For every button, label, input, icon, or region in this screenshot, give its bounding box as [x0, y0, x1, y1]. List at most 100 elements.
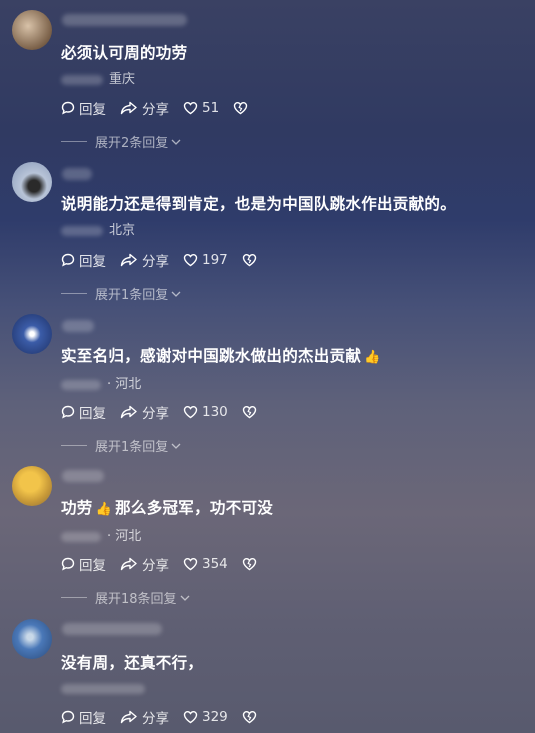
broken-heart-icon — [242, 253, 256, 267]
share-arrow-icon — [120, 101, 137, 115]
share-arrow-icon — [120, 405, 137, 419]
broken-heart-icon — [242, 405, 256, 419]
dislike-button[interactable] — [233, 101, 252, 115]
chevron-down-icon — [171, 443, 181, 449]
like-button[interactable]: 130 — [183, 404, 228, 420]
reply-button[interactable]: 回复 — [61, 554, 106, 574]
heart-icon — [183, 557, 198, 571]
heart-icon — [183, 253, 198, 267]
speech-bubble-icon — [61, 557, 75, 571]
like-button[interactable]: 51 — [183, 100, 219, 116]
action-bar: 回复 分享 197 — [61, 250, 275, 270]
avatar[interactable] — [12, 314, 52, 354]
broken-heart-icon — [242, 710, 256, 724]
like-count: 130 — [202, 404, 228, 420]
divider — [61, 293, 87, 294]
time-blurred — [61, 531, 101, 542]
comment-text: 必须认可周的功劳 — [61, 44, 188, 62]
action-bar: 回复 分享 329 — [61, 707, 275, 727]
share-label: 分享 — [142, 102, 169, 118]
dislike-button[interactable] — [242, 710, 261, 724]
comment-meta: · 河北 — [61, 525, 141, 544]
comment-text: 没有周，还真不行， — [61, 654, 204, 672]
thumbs-up-emoji: 👍 — [364, 350, 381, 365]
expand-replies-button[interactable]: 展开18条回复 — [61, 588, 191, 607]
time-blurred — [61, 74, 103, 85]
dislike-button[interactable] — [242, 253, 261, 267]
expand-replies-label: 展开1条回复 — [95, 288, 169, 303]
share-button[interactable]: 分享 — [120, 707, 169, 727]
avatar[interactable] — [12, 466, 52, 506]
chevron-down-icon — [171, 139, 181, 145]
location-label: 北京 — [109, 223, 136, 238]
comment-text: 功劳 👍 那么多冠军，功不可没 — [61, 499, 274, 517]
reply-button[interactable]: 回复 — [61, 250, 106, 270]
dislike-button[interactable] — [242, 405, 261, 419]
share-label: 分享 — [142, 711, 169, 727]
username-blurred[interactable] — [62, 470, 104, 482]
like-button[interactable]: 354 — [183, 556, 228, 572]
broken-heart-icon — [233, 101, 248, 115]
expand-replies-label: 展开1条回复 — [95, 440, 169, 455]
username-blurred[interactable] — [62, 168, 92, 180]
avatar[interactable] — [12, 162, 52, 202]
like-button[interactable]: 197 — [183, 252, 228, 268]
time-blurred — [61, 683, 145, 694]
reply-label: 回复 — [79, 711, 106, 727]
comment-meta: 重庆 — [61, 68, 135, 87]
share-arrow-icon — [120, 710, 137, 724]
action-bar: 回复 分享 130 — [61, 402, 275, 422]
speech-bubble-icon — [61, 101, 75, 115]
broken-heart-icon — [242, 557, 256, 571]
divider — [61, 445, 87, 446]
reply-label: 回复 — [79, 406, 106, 422]
avatar[interactable] — [12, 10, 52, 50]
username-blurred[interactable] — [62, 14, 187, 26]
username-blurred[interactable] — [62, 320, 94, 332]
share-button[interactable]: 分享 — [120, 98, 169, 118]
comment-meta — [61, 681, 151, 696]
share-button[interactable]: 分享 — [120, 402, 169, 422]
comment-text: 说明能力还是得到肯定，也是为中国队跳水作出贡献的。 — [61, 195, 457, 213]
divider — [61, 597, 87, 598]
like-count: 51 — [202, 100, 220, 116]
time-blurred — [61, 225, 103, 236]
expand-replies-button[interactable]: 展开2条回复 — [61, 132, 182, 151]
heart-icon — [183, 101, 198, 115]
share-button[interactable]: 分享 — [120, 250, 169, 270]
avatar[interactable] — [12, 619, 52, 659]
chevron-down-icon — [180, 595, 190, 601]
like-count: 354 — [202, 556, 228, 572]
expand-replies-button[interactable]: 展开1条回复 — [61, 284, 182, 303]
heart-icon — [183, 405, 198, 419]
reply-label: 回复 — [79, 558, 106, 574]
comment-meta: · 河北 — [61, 373, 141, 392]
chevron-down-icon — [171, 291, 181, 297]
dislike-button[interactable] — [242, 557, 261, 571]
comment-text: 实至名归，感谢对中国跳水做出的杰出贡献 👍 — [61, 347, 381, 365]
expand-replies-button[interactable]: 展开1条回复 — [61, 436, 182, 455]
share-button[interactable]: 分享 — [120, 554, 169, 574]
username-blurred[interactable] — [62, 623, 162, 635]
location-label: · 河北 — [107, 377, 142, 392]
share-label: 分享 — [142, 254, 169, 270]
share-label: 分享 — [142, 558, 169, 574]
reply-button[interactable]: 回复 — [61, 707, 106, 727]
reply-button[interactable]: 回复 — [61, 98, 106, 118]
share-arrow-icon — [120, 557, 137, 571]
like-count: 197 — [202, 252, 228, 268]
location-label: 重庆 — [109, 72, 136, 87]
expand-replies-label: 展开18条回复 — [95, 592, 177, 607]
speech-bubble-icon — [61, 405, 75, 419]
time-blurred — [61, 379, 101, 390]
expand-replies-label: 展开2条回复 — [95, 136, 169, 151]
comment-meta: 北京 — [61, 219, 135, 238]
location-label: · 河北 — [107, 529, 142, 544]
action-bar: 回复 分享 354 — [61, 554, 275, 574]
speech-bubble-icon — [61, 253, 75, 267]
reply-label: 回复 — [79, 254, 106, 270]
like-button[interactable]: 329 — [183, 709, 228, 725]
reply-button[interactable]: 回复 — [61, 402, 106, 422]
action-bar: 回复 分享 51 — [61, 98, 266, 118]
heart-icon — [183, 710, 198, 724]
